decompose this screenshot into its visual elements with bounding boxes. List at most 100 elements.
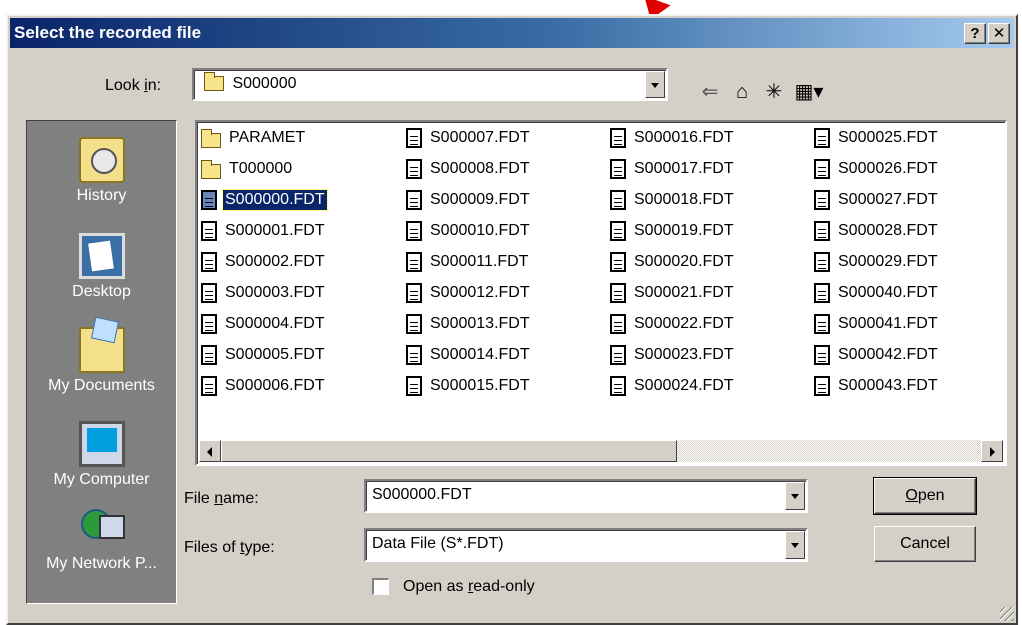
help-button[interactable]: ?: [964, 23, 986, 44]
file-item[interactable]: S000017.FDT: [610, 156, 736, 182]
file-item[interactable]: S000026.FDT: [814, 156, 940, 182]
network-places-icon: [79, 505, 125, 551]
document-icon: [406, 345, 422, 365]
folder-icon: [201, 128, 221, 148]
title-bar[interactable]: Select the recorded file ? ✕: [10, 18, 1014, 48]
up-folder-icon[interactable]: ⌂: [728, 79, 756, 105]
look-in-label: Look in:: [105, 77, 162, 94]
file-name-text: S000006.FDT: [225, 377, 325, 394]
file-name-text: S000011.FDT: [430, 253, 529, 270]
look-in-dropdown-button[interactable]: [645, 71, 665, 98]
file-item[interactable]: S000023.FDT: [610, 342, 736, 368]
new-folder-icon[interactable]: ✳: [760, 79, 788, 105]
file-type-dropdown-button[interactable]: [785, 531, 805, 559]
horizontal-scrollbar[interactable]: [199, 440, 1003, 462]
open-button[interactable]: Open: [873, 477, 977, 515]
file-item[interactable]: S000006.FDT: [201, 373, 327, 399]
document-icon: [814, 221, 830, 241]
read-only-label[interactable]: Open as read-only: [403, 578, 535, 596]
file-name-text: PARAMET: [229, 129, 306, 146]
file-name-text: S000000.FDT: [222, 189, 328, 211]
dialog-title: Select the recorded file: [14, 23, 202, 42]
file-list[interactable]: PARAMET T000000 S000000.FDT S000001.FDT S000…: [195, 120, 1007, 466]
back-arrow-icon[interactable]: ⇐: [696, 79, 724, 105]
document-icon: [610, 376, 626, 396]
file-item[interactable]: S000002.FDT: [201, 249, 327, 275]
file-item[interactable]: S000010.FDT: [406, 218, 532, 244]
file-item[interactable]: S000029.FDT: [814, 249, 940, 275]
document-icon: [610, 314, 626, 334]
file-item[interactable]: S000022.FDT: [610, 311, 736, 337]
document-icon: [814, 252, 830, 272]
document-icon: [406, 314, 422, 334]
read-only-checkbox[interactable]: [372, 578, 389, 595]
file-item[interactable]: S000024.FDT: [610, 373, 736, 399]
place-desktop[interactable]: Desktop: [27, 233, 176, 301]
file-name-text: S000018.FDT: [634, 191, 734, 208]
file-name-text: S000042.FDT: [838, 346, 938, 363]
file-name-input[interactable]: S000000.FDT: [364, 479, 808, 513]
close-button[interactable]: ✕: [988, 23, 1010, 44]
scroll-thumb[interactable]: [221, 440, 677, 462]
resize-grip[interactable]: [1000, 607, 1014, 621]
place-my-computer[interactable]: My Computer: [27, 421, 176, 489]
file-item[interactable]: S000043.FDT: [814, 373, 940, 399]
file-item[interactable]: S000013.FDT: [406, 311, 532, 337]
file-item[interactable]: S000027.FDT: [814, 187, 940, 213]
file-item[interactable]: S000040.FDT: [814, 280, 940, 306]
file-item[interactable]: S000000.FDT: [201, 187, 328, 213]
file-item[interactable]: S000012.FDT: [406, 280, 532, 306]
file-item[interactable]: S000015.FDT: [406, 373, 532, 399]
file-name-text: S000009.FDT: [430, 191, 530, 208]
place-my-computer-label: My Computer: [53, 471, 150, 488]
document-icon: [201, 376, 217, 396]
file-item[interactable]: S000025.FDT: [814, 125, 940, 151]
file-item[interactable]: S000004.FDT: [201, 311, 327, 337]
file-type-select[interactable]: Data File (S*.FDT): [364, 528, 808, 562]
place-my-documents[interactable]: My Documents: [27, 327, 176, 395]
desktop-icon: [78, 233, 125, 279]
file-name-dropdown-button[interactable]: [785, 482, 805, 510]
file-item[interactable]: S000011.FDT: [406, 249, 530, 275]
file-item[interactable]: S000009.FDT: [406, 187, 532, 213]
file-item[interactable]: S000001.FDT: [201, 218, 327, 244]
file-name-text: S000019.FDT: [634, 222, 734, 239]
folder-icon: [201, 159, 221, 179]
file-item[interactable]: S000016.FDT: [610, 125, 736, 151]
file-item[interactable]: S000020.FDT: [610, 249, 736, 275]
file-item[interactable]: S000019.FDT: [610, 218, 736, 244]
document-icon: [814, 376, 830, 396]
file-name-text: S000025.FDT: [838, 129, 938, 146]
file-item[interactable]: S000008.FDT: [406, 156, 532, 182]
file-name-text: S000002.FDT: [225, 253, 325, 270]
file-item[interactable]: S000041.FDT: [814, 311, 940, 337]
place-network[interactable]: My Network P...: [27, 505, 176, 573]
file-name-text: S000024.FDT: [634, 377, 734, 394]
cancel-button[interactable]: Cancel: [874, 526, 976, 562]
document-icon: [406, 376, 422, 396]
file-name-text: S000008.FDT: [430, 160, 530, 177]
look-in-combo[interactable]: S000000: [192, 68, 668, 101]
file-item[interactable]: S000021.FDT: [610, 280, 736, 306]
place-history[interactable]: History: [27, 137, 176, 205]
file-item[interactable]: S000005.FDT: [201, 342, 327, 368]
document-icon: [814, 159, 830, 179]
file-name-text: S000040.FDT: [838, 284, 938, 301]
file-item[interactable]: S000007.FDT: [406, 125, 532, 151]
file-item[interactable]: S000028.FDT: [814, 218, 940, 244]
scroll-right-button[interactable]: [981, 440, 1003, 462]
folder-item[interactable]: PARAMET: [201, 125, 307, 151]
file-item[interactable]: S000014.FDT: [406, 342, 532, 368]
file-item[interactable]: S000042.FDT: [814, 342, 940, 368]
folder-item[interactable]: T000000: [201, 156, 294, 182]
file-name-text: S000026.FDT: [838, 160, 938, 177]
file-item[interactable]: S000018.FDT: [610, 187, 736, 213]
document-icon: [201, 345, 217, 365]
document-icon: [406, 283, 422, 303]
view-menu-icon[interactable]: ▦▾: [792, 79, 826, 105]
file-name-value: S000000.FDT: [372, 486, 472, 503]
look-in-value: S000000: [232, 75, 297, 92]
file-item[interactable]: S000003.FDT: [201, 280, 327, 306]
document-icon: [406, 190, 422, 210]
scroll-left-button[interactable]: [199, 440, 221, 462]
